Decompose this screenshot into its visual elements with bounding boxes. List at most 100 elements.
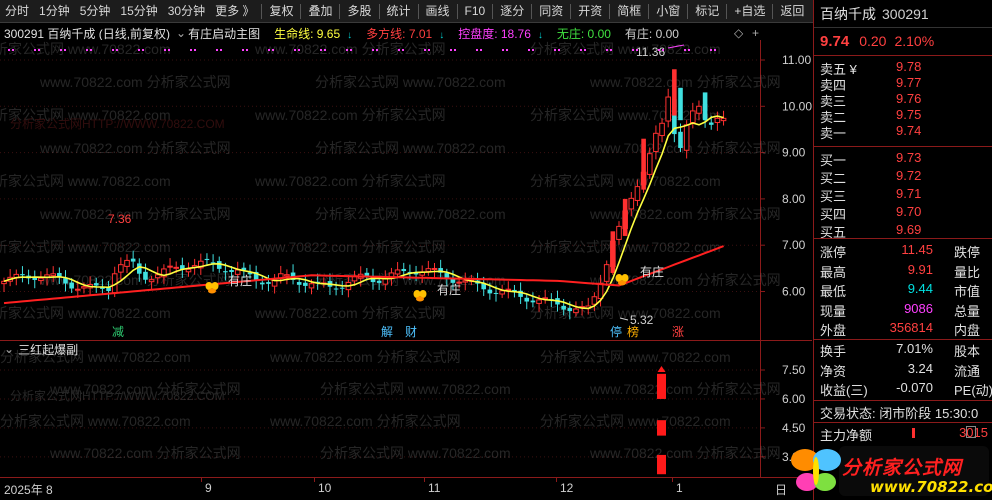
ask-row[interactable]: 卖四 9.77 [814, 75, 992, 93]
candle-strong [622, 198, 628, 236]
quote-price: 9.74 0.20 2.10% [814, 30, 992, 52]
ask-row[interactable]: 卖二 9.75 [814, 107, 992, 125]
stat-row: 最低 9.44 市值 [814, 281, 992, 300]
bid-row[interactable]: 买二 9.72 [814, 168, 992, 186]
control-dot [502, 49, 504, 51]
candle-down [333, 288, 339, 290]
candle-up [646, 153, 653, 175]
toolbar-action-12[interactable]: +自选 [729, 0, 770, 23]
candle-up [603, 264, 610, 282]
diamond-icon[interactable]: ◇ [734, 26, 743, 40]
stat-value: -0.070 [896, 380, 933, 395]
stat-row: 现量 9086 总量 [814, 301, 992, 320]
plus-icon[interactable]: + [752, 26, 759, 40]
candle-down [69, 282, 74, 289]
trade-status: 交易状态: 闭市阶段 15:30:0 [820, 406, 979, 421]
ask-label: 卖一 [820, 126, 847, 141]
candle-down [561, 305, 566, 310]
candle-down [260, 282, 265, 285]
y-tick-label: 7.00 [782, 238, 806, 252]
ask-row[interactable]: 卖五 ¥9.78 [814, 59, 992, 77]
stat-label-2: 市值 [954, 284, 981, 299]
control-dot [372, 49, 374, 51]
bid-row[interactable]: 买四 9.70 [814, 204, 992, 222]
stat-value: 11.45 [901, 242, 933, 257]
toolbar-action-10[interactable]: 小窗 [651, 0, 685, 23]
sub-indicator-chart[interactable]: 7.506.004.503.00分析家公式网 www.70822.comwww.… [0, 340, 812, 477]
ask-price: 9.74 [896, 123, 922, 138]
toolbar-action-8[interactable]: 开资 [573, 0, 607, 23]
sub-indicator-name[interactable]: 三红起爆副 [18, 341, 78, 358]
bid-row[interactable]: 买五 9.69 [814, 222, 992, 240]
y-tick-label: 8.00 [782, 192, 806, 206]
bid-price: 9.70 [896, 204, 922, 219]
toolbar-action-11[interactable]: 标记 [690, 0, 724, 23]
time-axis: 2025年 8 9 10 11 12 1 日 [0, 477, 812, 499]
toolbar-action-9[interactable]: 简框 [612, 0, 646, 23]
ask-row[interactable]: 卖三 9.76 [814, 91, 992, 109]
period-1[interactable]: 1分钟 [34, 0, 75, 23]
chevron-down-icon[interactable]: ⌄ [4, 342, 14, 356]
control-dot [710, 49, 712, 51]
period-0[interactable]: 分时 [0, 0, 34, 23]
candle-down [339, 287, 345, 289]
control-dot [554, 49, 556, 51]
x-tick-mark [201, 478, 202, 482]
stat-value: 3.24 [907, 360, 933, 376]
watermark: www.70822.com 分析家公式网 [39, 74, 231, 90]
bid-price: 9.71 [896, 186, 922, 201]
period-2[interactable]: 5分钟 [75, 0, 116, 23]
scroll-icon[interactable] [966, 426, 976, 438]
control-dot [190, 49, 192, 51]
toolbar-action-3[interactable]: 统计 [382, 0, 416, 23]
control-dot [714, 49, 716, 51]
price-chart[interactable]: 11.00 10.00 9.00 8.00 7.00 6.00 分析家公式网 www.708… [0, 40, 812, 340]
watermark: 分析家公式网 www.70822.com [0, 173, 171, 189]
bid-row[interactable]: 买一 9.73 [814, 150, 992, 168]
logo-url: www.70822.com [870, 478, 992, 496]
divider [814, 238, 992, 239]
period-4[interactable]: 30分钟 [163, 0, 210, 23]
toolbar-action-5[interactable]: F10 [460, 0, 491, 23]
toolbar-action-7[interactable]: 同资 [534, 0, 568, 23]
candle-up [683, 124, 690, 151]
stat-label: 最低 [820, 284, 847, 299]
toolbar-action-2[interactable]: 多股 [342, 0, 376, 23]
stat-label: 净资 [820, 363, 847, 379]
candle-up [659, 122, 665, 137]
period-3[interactable]: 15分钟 [115, 0, 162, 23]
indicator-name[interactable]: 有庄启动主图 [188, 25, 260, 42]
period-5[interactable]: 更多 》 [210, 0, 259, 23]
control-dot [60, 49, 62, 51]
candle-up [431, 267, 438, 270]
down-arrow-icon: ↓ [537, 29, 543, 41]
candle-down [63, 278, 68, 284]
chevron-down-icon[interactable]: ⌄ [176, 26, 186, 40]
signal-block [657, 373, 666, 399]
control-dot [376, 49, 378, 51]
bid-row[interactable]: 买三 9.71 [814, 186, 992, 204]
toolbar-action-4[interactable]: 画线 [421, 0, 455, 23]
candle-up [425, 268, 432, 272]
ask-row[interactable]: 卖一 9.74 [814, 123, 992, 141]
control-dot [142, 49, 144, 51]
indicator-value-4: 有庄: 0.00 [624, 26, 679, 41]
candle-up [462, 280, 469, 283]
stat-label: 收益(三) [820, 383, 868, 398]
toolbar-action-13[interactable]: 返回 [775, 0, 809, 23]
bid-price: 9.72 [896, 168, 922, 183]
watermark: 分析家公式网 www.70822.com [315, 206, 506, 222]
candle-up [50, 273, 57, 277]
bid-label: 买一 [820, 153, 847, 168]
toolbar-action-6[interactable]: 逐分 [495, 0, 529, 23]
control-dot [320, 49, 322, 51]
net-inflow-bar [912, 428, 915, 438]
toolbar-action-1[interactable]: 叠加 [303, 0, 337, 23]
candle-down [303, 282, 308, 286]
candle-strong [678, 87, 683, 121]
watermark: 分析家公式网 www.70822.com [320, 445, 511, 461]
toolbar-action-0[interactable]: 复权 [264, 0, 298, 23]
candle-up [75, 288, 81, 291]
divider [814, 55, 992, 56]
control-dot [298, 49, 300, 51]
